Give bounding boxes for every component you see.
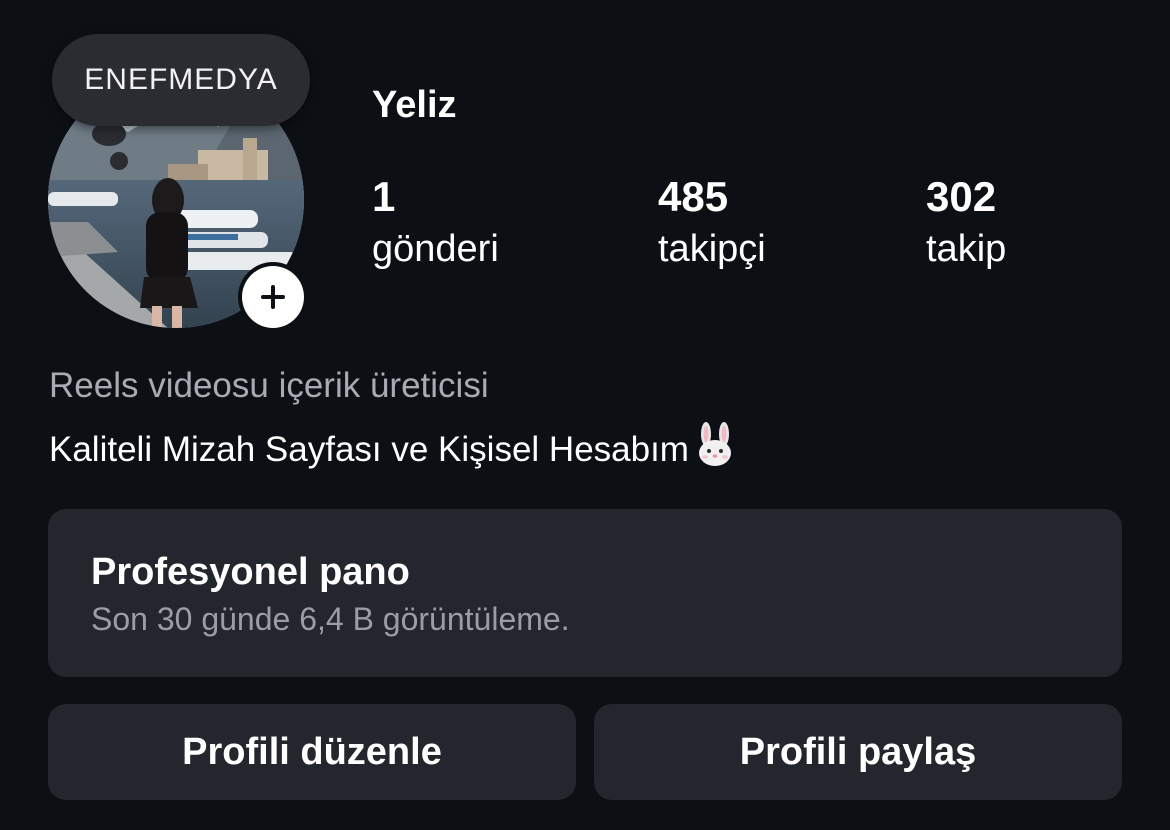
stat-followers[interactable]: 485 takipçi [658, 172, 766, 276]
share-profile-button[interactable]: Profili paylaş [594, 704, 1122, 800]
rabbit-face-icon [693, 422, 737, 477]
note-bubble[interactable]: ENEFMEDYA [52, 34, 310, 126]
bio-text-row: Kaliteli Mizah Sayfası ve Kişisel Hesabı… [49, 422, 737, 477]
stat-posts-value: 1 [372, 173, 396, 220]
stat-following-label: takip [926, 228, 1007, 270]
bio-category: Reels videosu içerik üreticisi [49, 366, 489, 405]
plus-icon [261, 285, 285, 309]
add-story-circle [242, 266, 304, 328]
profile-username: Yeliz [372, 84, 457, 126]
stat-following[interactable]: 302 takip [926, 172, 1006, 276]
stat-following-value: 302 [926, 173, 997, 220]
dashboard-subtitle: Son 30 günde 6,4 B görüntüleme. [91, 601, 570, 637]
stat-posts-label: gönderi [372, 228, 499, 270]
stat-followers-value: 485 [658, 173, 729, 220]
profile-page: ENEFMEDYA Yeliz 1 gönderi 485 takipçi 30… [0, 0, 1170, 830]
professional-dashboard-card[interactable]: Profesyonel pano Son 30 günde 6,4 B görü… [48, 509, 1122, 677]
bio-text: Kaliteli Mizah Sayfası ve Kişisel Hesabı… [49, 429, 689, 469]
stat-posts[interactable]: 1 gönderi [372, 172, 499, 276]
edit-profile-button[interactable]: Profili düzenle [48, 704, 576, 800]
note-text: ENEFMEDYA [84, 63, 278, 96]
dashboard-title: Profesyonel pano [91, 551, 410, 593]
add-story-button[interactable] [238, 262, 308, 332]
stat-followers-label: takipçi [658, 228, 766, 270]
note-bubble-tail-small [110, 152, 128, 170]
